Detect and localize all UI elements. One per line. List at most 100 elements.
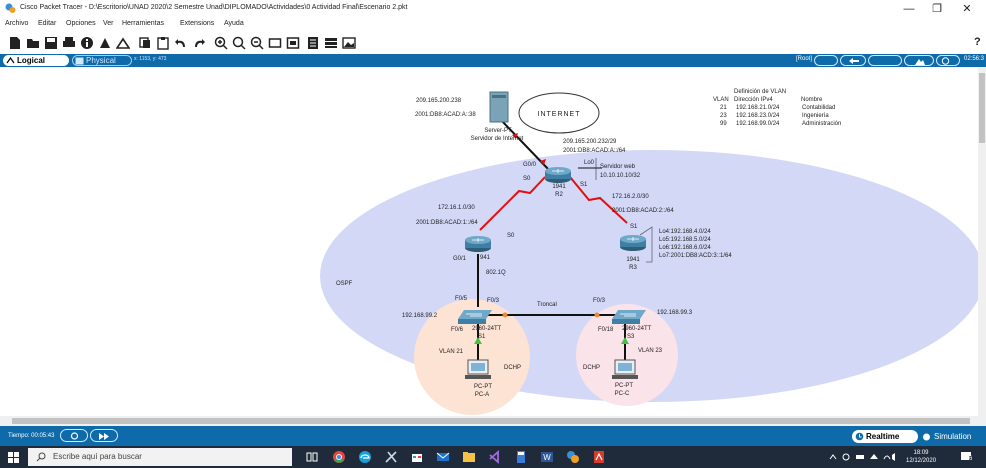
tab-physical[interactable]: Physical — [72, 55, 132, 66]
fast-forward-icon — [99, 433, 109, 440]
simulation-label: Simulation — [934, 432, 972, 441]
realtime-clock-icon — [855, 432, 864, 441]
minimize-button[interactable]: — — [896, 1, 922, 17]
zoom-in-icon[interactable] — [214, 36, 228, 50]
realtime-label: Realtime — [866, 432, 900, 441]
save-icon[interactable] — [44, 36, 58, 50]
cursor-coordinates: x: 1153, y: 473 — [134, 56, 167, 62]
activity-wizard-icon[interactable] — [116, 36, 130, 50]
help-icon[interactable]: ? — [974, 36, 981, 48]
tray-clock[interactable]: 18:09 12/12/2020 — [906, 449, 936, 465]
clock-time: 02:56:3 — [964, 56, 985, 62]
window-title: Cisco Packet Tracer - D:\Escritorio\UNAD… — [20, 4, 408, 11]
palette-icon[interactable] — [324, 36, 338, 50]
mail-icon[interactable] — [436, 450, 450, 464]
realtime-mode-button[interactable]: Realtime — [852, 430, 918, 443]
menu-editar[interactable]: Editar — [38, 20, 56, 27]
s1-f03-label: F0/3 — [487, 298, 500, 304]
custom-device-icon[interactable] — [286, 36, 300, 50]
link-status-dot — [502, 312, 508, 318]
vlan-row-2-net: 192.168.23.0/24 — [736, 113, 780, 119]
visual-studio-icon[interactable] — [488, 450, 502, 464]
pc-a[interactable] — [465, 359, 491, 379]
r3-name: R3 — [629, 265, 637, 271]
zoom-out-icon[interactable] — [250, 36, 264, 50]
simulation-mode-button[interactable]: Simulation — [922, 430, 971, 443]
link-status-dot — [594, 312, 600, 318]
server-device[interactable] — [489, 91, 509, 123]
windows-start-icon[interactable] — [8, 452, 19, 463]
menu-herramientas[interactable]: Herramientas — [122, 20, 164, 27]
undo-icon[interactable] — [174, 36, 188, 50]
info-icon[interactable] — [80, 36, 94, 50]
mode-pill-2[interactable] — [868, 55, 902, 66]
task-view-icon[interactable] — [306, 451, 318, 463]
edge-icon[interactable] — [358, 450, 372, 464]
restore-button[interactable]: ❐ — [924, 1, 950, 17]
file-explorer-icon[interactable] — [462, 450, 476, 464]
system-tray-icons[interactable] — [828, 452, 898, 462]
s1-ip-label: 192.168.99.2 — [402, 313, 438, 319]
logical-icon — [6, 57, 15, 64]
tray-date: 12/12/2020 — [906, 458, 937, 464]
fast-forward-button[interactable] — [90, 429, 118, 442]
vertical-scroll-thumb[interactable] — [979, 73, 985, 143]
r2-s1-label: S1 — [580, 182, 588, 188]
title-bar: Cisco Packet Tracer - D:\Escritorio\UNAD… — [0, 0, 986, 18]
close-button[interactable]: ✕ — [954, 1, 980, 17]
back-arrow-icon — [849, 58, 859, 64]
power-cycle-button[interactable] — [60, 429, 88, 442]
clock-icon — [941, 57, 950, 65]
packet-tracer-taskbar-icon[interactable] — [566, 450, 580, 464]
store-icon[interactable] — [410, 450, 424, 464]
new-file-icon[interactable] — [8, 36, 22, 50]
router-r2[interactable] — [545, 167, 571, 183]
topology-canvas[interactable]: Server-PT Servidor de Internet 209.165.2… — [0, 67, 978, 416]
time-button[interactable] — [936, 55, 960, 66]
menu-ver[interactable]: Ver — [103, 20, 114, 27]
root-breadcrumb[interactable]: [Root] — [796, 56, 812, 62]
pca-name: PC-A — [475, 392, 489, 398]
rectangle-tool-icon[interactable] — [268, 36, 282, 50]
print-icon[interactable] — [62, 36, 76, 50]
word-icon[interactable]: W — [540, 450, 554, 464]
r1-dot1q-label: 802.1Q — [486, 270, 506, 276]
s1-f05-label: F0/5 — [455, 296, 468, 302]
network-wizard-icon[interactable] — [98, 36, 112, 50]
copy-icon[interactable] — [138, 36, 152, 50]
redo-icon[interactable] — [192, 36, 206, 50]
mode-pill-1[interactable] — [814, 55, 838, 66]
horizontal-scroll-thumb[interactable] — [12, 418, 970, 424]
r3-loopback-4: Lo4:192.168.4.0/24 — [659, 229, 711, 235]
pdf-reader-icon[interactable] — [592, 450, 606, 464]
taskbar-search-input[interactable]: Escribe aquí para buscar — [28, 448, 292, 466]
notifications-button[interactable]: 6 — [960, 450, 974, 464]
link13-ipv6: 2001:DB8:ACAD:1::/64 — [416, 220, 478, 226]
router-r3[interactable] — [620, 235, 646, 251]
router-r1[interactable] — [465, 236, 491, 252]
viewport-button[interactable] — [904, 55, 934, 66]
vlan23-label: VLAN 23 — [638, 348, 663, 354]
tab-physical-label: Physical — [86, 56, 116, 65]
menu-opciones[interactable]: Opciones — [66, 20, 96, 27]
menu-archivo[interactable]: Archivo — [5, 20, 28, 27]
paste-icon[interactable] — [156, 36, 170, 50]
vlan-table-header-vlan: VLAN — [713, 97, 729, 103]
navigation-button[interactable] — [840, 55, 866, 66]
pdu-list-icon[interactable] — [306, 36, 320, 50]
r2-wan-ipv6: 2001:DB8:ACAD:A::/64 — [563, 148, 626, 154]
image-icon[interactable] — [342, 36, 356, 50]
logical-workspace[interactable]: Server-PT Servidor de Internet 209.165.2… — [0, 67, 978, 416]
calculator-icon[interactable] — [514, 450, 528, 464]
open-folder-icon[interactable] — [26, 36, 40, 50]
snipping-tool-icon[interactable] — [384, 450, 398, 464]
zoom-reset-icon[interactable] — [232, 36, 246, 50]
pc-c[interactable] — [612, 359, 638, 379]
windows-taskbar: Escribe aquí para buscar W 18:09 12/12/2… — [0, 446, 986, 468]
menu-extensions[interactable]: Extensions — [180, 20, 214, 27]
tab-logical[interactable]: Logical — [3, 55, 69, 66]
chrome-icon[interactable] — [332, 450, 346, 464]
vlan-row-3-id: 99 — [720, 121, 727, 127]
svg-text:W: W — [543, 453, 551, 462]
menu-ayuda[interactable]: Ayuda — [224, 20, 244, 27]
